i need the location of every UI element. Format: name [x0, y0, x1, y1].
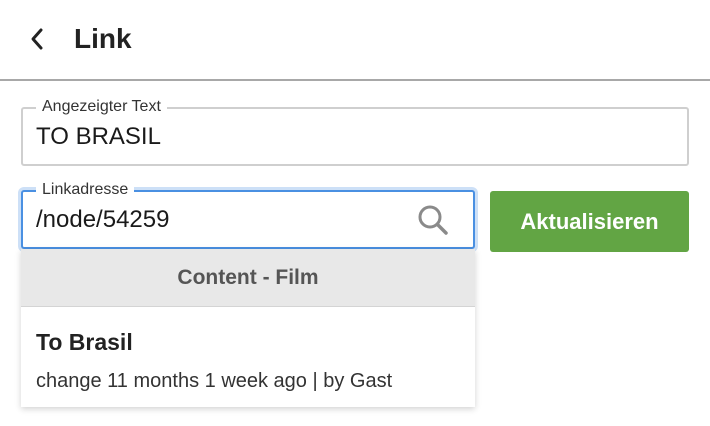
dialog-header: Link — [0, 0, 710, 81]
display-text-field[interactable]: Angezeigter Text TO BRASIL — [21, 96, 689, 166]
update-button[interactable]: Aktualisieren — [490, 191, 689, 252]
display-text-input[interactable]: TO BRASIL — [36, 122, 161, 152]
autocomplete-dropdown: Content - Film To Brasil change 11 month… — [21, 249, 475, 407]
autocomplete-result[interactable]: To Brasil change 11 months 1 week ago | … — [21, 308, 475, 407]
result-meta: change 11 months 1 week ago | by Gast — [36, 370, 393, 392]
page-title: Link — [74, 23, 132, 54]
result-title: To Brasil — [36, 329, 133, 355]
autocomplete-group-header: Content - Film — [21, 249, 475, 307]
link-address-input[interactable]: /node/54259 — [36, 205, 169, 235]
back-button[interactable] — [22, 22, 52, 56]
magnifier-icon — [418, 205, 448, 235]
chevron-left-icon — [31, 28, 43, 50]
search-button[interactable] — [413, 202, 453, 238]
link-address-field[interactable]: Linkadresse /node/54259 — [21, 179, 475, 249]
link-address-label: Linkadresse — [36, 179, 135, 201]
display-text-label: Angezeigter Text — [36, 96, 167, 118]
